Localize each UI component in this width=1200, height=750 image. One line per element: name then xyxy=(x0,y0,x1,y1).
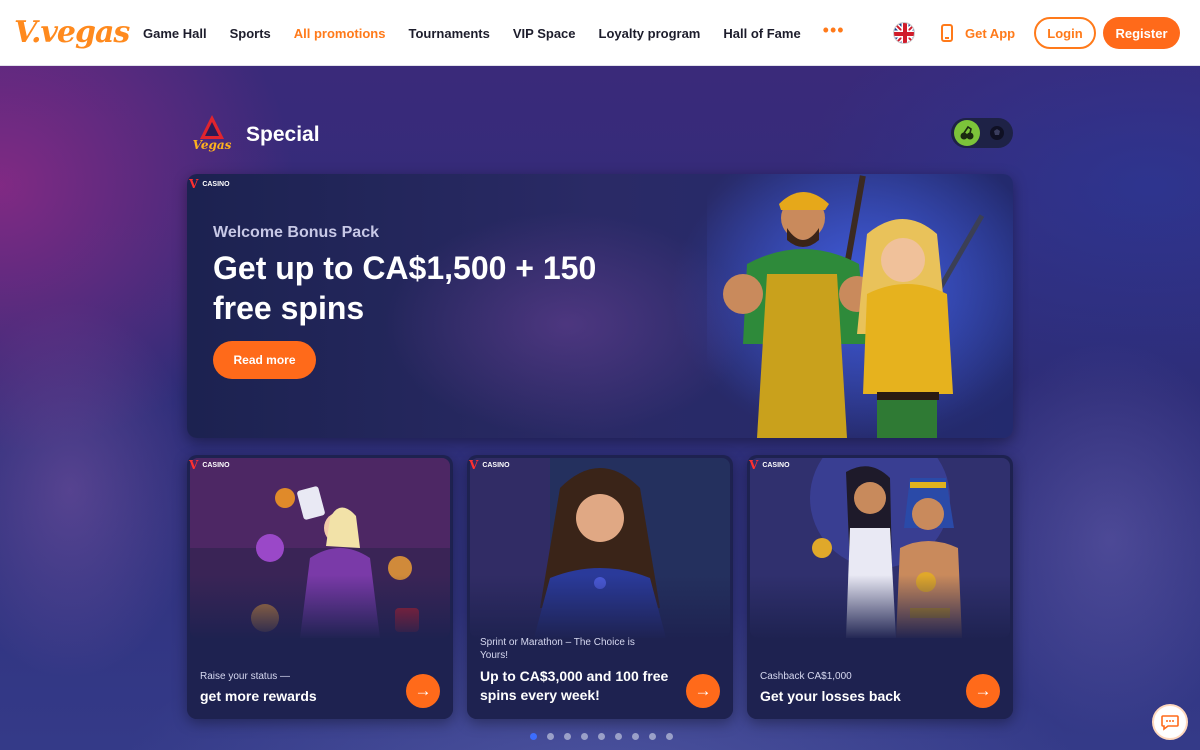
carousel-dot[interactable] xyxy=(547,733,554,740)
casino-sports-toggle[interactable] xyxy=(951,118,1013,148)
promo-card-status[interactable]: V CASINO Raise your status — get more re… xyxy=(187,455,453,719)
carousel-pagination xyxy=(530,733,683,740)
casino-icon[interactable] xyxy=(954,120,980,146)
arrow-right-icon[interactable]: → xyxy=(406,674,440,708)
get-app-label: Get App xyxy=(965,25,1016,41)
chat-bubble-icon xyxy=(1161,715,1179,731)
card-subtitle: Raise your status — xyxy=(200,671,291,682)
logo-text: V.vegas xyxy=(14,15,130,50)
read-more-button[interactable]: Read more xyxy=(213,341,316,379)
phone-icon xyxy=(941,24,953,42)
register-button[interactable]: Register xyxy=(1103,17,1180,49)
promo-card-tournament[interactable]: V CASINO Sprint or Marathon – The Choice… xyxy=(467,455,733,719)
arrow-right-icon[interactable]: → xyxy=(686,674,720,708)
uk-flag-icon[interactable] xyxy=(893,22,915,44)
casino-mark-icon: V xyxy=(189,458,199,472)
hero-subtitle: Welcome Bonus Pack xyxy=(213,224,379,241)
card-subtitle: Sprint or Marathon – The Choice is Yours… xyxy=(480,637,635,661)
site-logo[interactable]: V.vegas xyxy=(14,12,130,54)
carousel-dot[interactable] xyxy=(666,733,673,740)
casino-tag-label: CASINO xyxy=(482,461,510,469)
nav-item-vip-space[interactable]: VIP Space xyxy=(513,26,576,41)
carousel-dot[interactable] xyxy=(615,733,622,740)
login-button[interactable]: Login xyxy=(1034,17,1096,49)
nav-item-game-hall[interactable]: Game Hall xyxy=(143,26,207,41)
get-app-link[interactable]: Get App xyxy=(941,22,1015,44)
arrow-right-icon[interactable]: → xyxy=(966,674,1000,708)
card-title: Get your losses back xyxy=(760,688,901,704)
casino-tag: V CASINO xyxy=(749,458,790,472)
hero-title: Get up to CA$1,500 + 150 free spins xyxy=(213,250,597,326)
promo-cards: V CASINO Raise your status — get more re… xyxy=(187,455,1013,719)
card-title: get more rewards xyxy=(200,688,317,704)
nav-item-hall-of-fame[interactable]: Hall of Fame xyxy=(723,26,800,41)
promo-card-cashback[interactable]: V CASINO Cashback CA$1,000 Get your loss… xyxy=(747,455,1013,719)
hero-characters-illustration xyxy=(707,174,1013,438)
card-subtitle: Cashback CA$1,000 xyxy=(760,671,852,682)
casino-tag: V CASINO xyxy=(469,458,510,472)
casino-tag-label: CASINO xyxy=(202,461,230,469)
carousel-dot[interactable] xyxy=(564,733,571,740)
card-title: Up to CA$3,000 and 100 free spins every … xyxy=(480,668,669,703)
carousel-dot[interactable] xyxy=(632,733,639,740)
nav-item-sports[interactable]: Sports xyxy=(230,26,271,41)
section-header: Vegas Special xyxy=(190,113,320,157)
chat-button[interactable] xyxy=(1152,704,1188,740)
top-header: V.vegas Game Hall Sports All promotions … xyxy=(0,0,1200,66)
nav-item-tournaments[interactable]: Tournaments xyxy=(408,26,489,41)
welcome-bonus-banner[interactable]: V CASINO Welcome Bonus Pack Get up to CA… xyxy=(187,174,1013,438)
casino-mark-icon: V xyxy=(469,458,479,472)
carousel-dot[interactable] xyxy=(581,733,588,740)
casino-tag: V CASINO xyxy=(189,177,230,191)
casino-tag-label: CASINO xyxy=(202,180,230,188)
nav-item-loyalty-program[interactable]: Loyalty program xyxy=(599,26,701,41)
carousel-dot[interactable] xyxy=(649,733,656,740)
nav-item-all-promotions[interactable]: All promotions xyxy=(294,26,386,41)
carousel-dot[interactable] xyxy=(530,733,537,740)
background-fog-left xyxy=(0,300,200,680)
vegas-emblem-icon: Vegas xyxy=(190,113,234,157)
casino-mark-icon: V xyxy=(749,458,759,472)
emblem-text: Vegas xyxy=(193,138,232,152)
more-menu-icon[interactable]: ••• xyxy=(823,20,845,41)
sports-ball-icon[interactable] xyxy=(984,120,1010,146)
casino-mark-icon: V xyxy=(189,177,199,191)
main-nav: Game Hall Sports All promotions Tourname… xyxy=(143,0,845,66)
section-title: Special xyxy=(246,123,320,146)
carousel-dot[interactable] xyxy=(598,733,605,740)
casino-tag: V CASINO xyxy=(189,458,230,472)
casino-tag-label: CASINO xyxy=(762,461,790,469)
